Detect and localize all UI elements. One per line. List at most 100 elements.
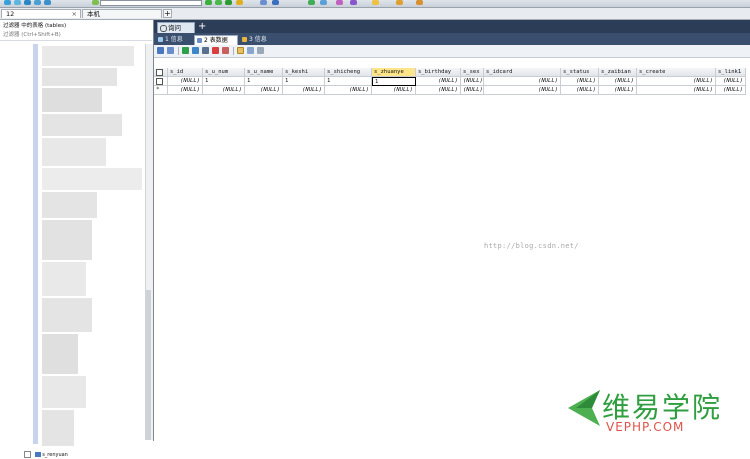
export-icon[interactable]: [336, 0, 343, 5]
grid-cell[interactable]: (NULL): [599, 77, 637, 86]
delete-row-icon[interactable]: [212, 47, 219, 54]
grid-cell[interactable]: (NULL): [637, 86, 716, 95]
close-icon[interactable]: ×: [72, 10, 77, 19]
import-icon[interactable]: [320, 0, 327, 5]
filter-tables-label[interactable]: 过滤器 中的表格 (tables): [3, 22, 66, 30]
column-header-s-sex[interactable]: s_sex: [461, 68, 484, 77]
tab-info-1[interactable]: 1 信息: [156, 35, 192, 45]
blurred-tree-item: [42, 68, 117, 86]
grid-cell[interactable]: 1: [372, 77, 416, 86]
grid-cell[interactable]: (NULL): [168, 86, 203, 95]
grid-cell[interactable]: (NULL): [416, 86, 461, 95]
filter-icon[interactable]: [167, 47, 174, 54]
column-header-s-zaibian[interactable]: s_zaibian: [599, 68, 637, 77]
column-header-s-link1[interactable]: s_link1: [716, 68, 746, 77]
column-header-s-idcard[interactable]: s_idcard: [484, 68, 561, 77]
row-selector[interactable]: *: [154, 86, 168, 95]
format-icon[interactable]: [260, 0, 267, 5]
backup-icon[interactable]: [308, 0, 315, 5]
grid-cell[interactable]: 1: [283, 77, 325, 86]
brand-arrow-icon: [568, 390, 600, 426]
column-header-s-shicheng[interactable]: s_shicheng: [325, 68, 372, 77]
grid-cell[interactable]: (NULL): [372, 86, 416, 95]
user-icon[interactable]: [350, 0, 357, 5]
grid-cell[interactable]: (NULL): [484, 77, 561, 86]
filter-shortcut-label[interactable]: 过滤器 (Ctrl+Shift+B): [3, 31, 61, 39]
grid-cell[interactable]: (NULL): [716, 86, 746, 95]
blurred-tree-item: [42, 334, 78, 374]
refresh-icon[interactable]: [4, 0, 11, 5]
schema-icon[interactable]: [272, 0, 279, 5]
column-header-s-create[interactable]: s_create: [637, 68, 716, 77]
grid-cell[interactable]: (NULL): [168, 77, 203, 86]
table-icon: [34, 452, 41, 457]
column-header-s-keshi[interactable]: s_keshi: [283, 68, 325, 77]
help-icon[interactable]: [416, 0, 423, 5]
tree-item-s-renyuan[interactable]: s_renyuan: [24, 451, 68, 459]
column-header-s-id[interactable]: s_id: [168, 68, 203, 77]
row-checkbox[interactable]: [156, 78, 163, 85]
column-header-s-status[interactable]: s_status: [561, 68, 599, 77]
stop-icon[interactable]: [236, 0, 243, 5]
tools-icon[interactable]: [396, 0, 403, 5]
result-tab-label: 3 信息: [249, 36, 267, 43]
add-row-icon[interactable]: [182, 47, 189, 54]
tab-table-data[interactable]: 2 表数据: [194, 35, 238, 45]
grid-cell[interactable]: 1: [325, 77, 372, 86]
table-icon: [197, 38, 202, 43]
run-icon[interactable]: [225, 0, 232, 5]
grid-cell[interactable]: (NULL): [599, 86, 637, 95]
expand-icon[interactable]: [24, 451, 31, 458]
back-icon[interactable]: [14, 0, 21, 5]
tab-connection-local[interactable]: 本机: [82, 9, 162, 18]
row-selector[interactable]: [154, 77, 168, 86]
forward-icon[interactable]: [24, 0, 31, 5]
tab-query[interactable]: 询问: [157, 22, 195, 33]
query-tab-label: 询问: [168, 24, 181, 32]
select-all-checkbox-cell[interactable]: [154, 68, 168, 77]
tab-info-3[interactable]: 3 信息: [240, 35, 276, 45]
discard-icon[interactable]: [222, 47, 229, 54]
column-header-s-birthday[interactable]: s_birthday: [416, 68, 461, 77]
grid-cell[interactable]: (NULL): [283, 86, 325, 95]
blurred-tree-item: [42, 298, 92, 332]
grid-cell[interactable]: (NULL): [637, 77, 716, 86]
grid-cell[interactable]: (NULL): [716, 77, 746, 86]
grid-cell[interactable]: (NULL): [325, 86, 372, 95]
text-mode-icon[interactable]: [257, 47, 264, 54]
grid-cell[interactable]: (NULL): [245, 86, 283, 95]
grid-cell[interactable]: (NULL): [203, 86, 245, 95]
add-tab-button[interactable]: +: [163, 9, 172, 18]
grid-view-icon[interactable]: [157, 47, 164, 54]
history-icon[interactable]: [372, 0, 379, 5]
column-header-s-u-num[interactable]: s_u_num: [203, 68, 245, 77]
tab-label: 12: [6, 10, 15, 18]
divider: [0, 40, 152, 41]
row-checkbox[interactable]: [156, 69, 163, 76]
grid-cell[interactable]: (NULL): [461, 77, 484, 86]
tab-connection-12[interactable]: 12 ×: [1, 9, 81, 18]
execute-icon[interactable]: [205, 0, 212, 5]
column-header-s-zhuanye[interactable]: s_zhuanye: [372, 68, 416, 77]
database-selector[interactable]: [100, 0, 202, 6]
grid-cell[interactable]: (NULL): [416, 77, 461, 86]
form-mode-icon[interactable]: [247, 47, 254, 54]
grid-cell[interactable]: 1: [245, 77, 283, 86]
column-header-s-u-name[interactable]: s_u_name: [245, 68, 283, 77]
grid-cell[interactable]: (NULL): [561, 77, 599, 86]
sidebar-scrollbar-thumb[interactable]: [146, 290, 151, 440]
save-icon[interactable]: [202, 47, 209, 54]
duplicate-row-icon[interactable]: [192, 47, 199, 54]
grid-cell[interactable]: 1: [203, 77, 245, 86]
sync-icon[interactable]: [44, 0, 51, 5]
new-row-marker: *: [156, 86, 160, 93]
result-toolbar: [154, 45, 750, 58]
add-query-tab-button[interactable]: +: [198, 21, 206, 32]
database-icon[interactable]: [92, 0, 99, 5]
grid-mode-icon[interactable]: [237, 47, 244, 54]
home-icon[interactable]: [34, 0, 41, 5]
grid-cell[interactable]: (NULL): [484, 86, 561, 95]
execute-all-icon[interactable]: [215, 0, 222, 5]
grid-cell[interactable]: (NULL): [561, 86, 599, 95]
grid-cell[interactable]: (NULL): [461, 86, 484, 95]
